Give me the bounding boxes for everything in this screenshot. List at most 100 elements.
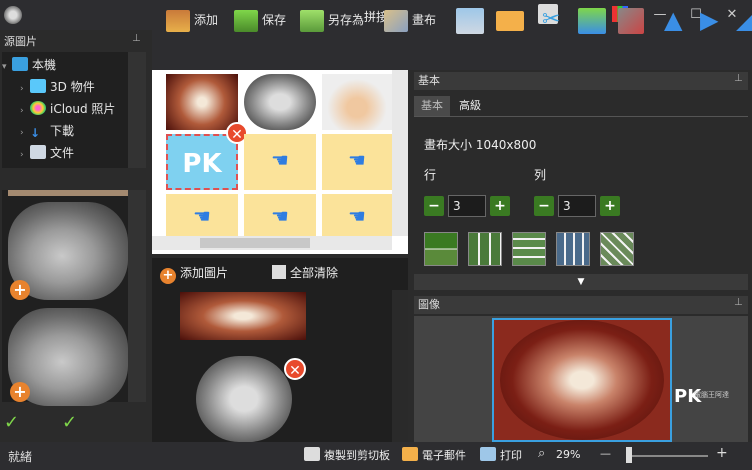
pin-icon[interactable]: ⊥ xyxy=(132,33,141,44)
list-item-bunny[interactable] xyxy=(196,356,292,442)
remove-image-icon[interactable]: ✕ xyxy=(284,358,306,380)
chevron-right-icon[interactable]: › xyxy=(20,144,30,164)
zoom-out-button[interactable]: — xyxy=(600,447,611,460)
hand-pointer-icon: ☚ xyxy=(348,204,366,228)
add-thumbnail-icon[interactable]: + xyxy=(10,280,30,300)
envelope-icon xyxy=(496,10,524,31)
main-toolbar xyxy=(152,30,752,70)
canvas-size-label: 畫布大小 1040x800 xyxy=(424,138,537,152)
download-arrow-icon: ↓ xyxy=(30,126,41,140)
zoom-slider-thumb[interactable] xyxy=(626,447,632,463)
tree-item-documents[interactable]: › 文件 xyxy=(2,142,128,164)
save-icon xyxy=(234,9,258,32)
tab-basic[interactable]: 基本 xyxy=(414,96,450,116)
tree-item-3d-objects[interactable]: › 3D 物件 xyxy=(2,76,128,98)
scroll-thumb[interactable] xyxy=(200,238,310,248)
hand-pointer-icon: ☚ xyxy=(193,204,211,228)
tab-advanced[interactable]: 高級 xyxy=(452,96,488,116)
rotate-icon[interactable]: ◢ xyxy=(736,4,752,36)
rows-label: 行 xyxy=(424,168,437,182)
source-panel-title: 源圖片 xyxy=(4,35,37,48)
layout-preset-5[interactable] xyxy=(600,232,634,266)
hand-pointer-icon: ☚ xyxy=(348,148,366,172)
flip-vertical-icon[interactable]: ▲ xyxy=(664,4,682,36)
chevron-right-icon[interactable]: › xyxy=(20,122,30,142)
tree-item-icloud-photos[interactable]: › iCloud 照片 xyxy=(2,98,128,120)
email-tool-button[interactable] xyxy=(496,4,528,36)
basic-panel-title: 基本 xyxy=(414,72,748,90)
document-icon xyxy=(30,145,46,159)
columns-label: 列 xyxy=(534,168,547,182)
app-window: 拼接 ✎ — ☐ ✕ 源圖片 ⊥ ▾本機 ›3D 物件 ›iCloud 照片 ›… xyxy=(0,0,752,470)
status-text: 就緒 xyxy=(8,450,33,464)
layout-preset-3[interactable] xyxy=(512,232,546,266)
thumbnail-scrollbar[interactable] xyxy=(128,190,146,402)
canvas-icon xyxy=(384,9,408,32)
email-button[interactable]: 電子郵件 xyxy=(402,447,466,463)
layout-preset-2[interactable] xyxy=(468,232,502,266)
printer-icon xyxy=(456,7,484,34)
print-button[interactable]: 打印 xyxy=(480,447,522,463)
cube-icon xyxy=(30,79,46,93)
tree-scrollbar[interactable] xyxy=(128,52,146,168)
thumbnail-partial[interactable] xyxy=(8,190,128,196)
chevron-right-icon[interactable]: › xyxy=(20,100,30,120)
copy-clipboard-button[interactable]: 複製到剪切板 xyxy=(304,447,390,463)
zoom-icon: ⌕ xyxy=(538,446,546,461)
check-icon[interactable]: ✓ xyxy=(4,412,19,433)
canvas-button[interactable]: 畫布 xyxy=(384,4,436,36)
list-item-tunnel[interactable] xyxy=(180,292,306,340)
pk-watermark-sub: 電腦王阿達 xyxy=(694,391,729,399)
scissors-icon[interactable]: ✂ xyxy=(542,4,560,36)
add-image-icon xyxy=(166,9,190,32)
save-as-icon xyxy=(300,9,324,32)
source-thumbnails: + + xyxy=(2,190,128,406)
columns-decrement-button[interactable]: − xyxy=(534,196,554,216)
add-circle-icon: + xyxy=(160,268,176,284)
zoom-value: 29% xyxy=(556,448,581,461)
clear-list-icon xyxy=(272,265,286,279)
canvas-cell-tunnel[interactable] xyxy=(166,74,238,130)
image-panel-title: 圖像 xyxy=(414,296,748,314)
copy-tool-button[interactable] xyxy=(578,4,610,36)
expand-options-button[interactable]: ▼ xyxy=(414,274,748,290)
rows-increment-button[interactable]: + xyxy=(490,196,510,216)
tab-divider xyxy=(414,116,748,117)
rows-decrement-button[interactable]: − xyxy=(424,196,444,216)
add-image-link[interactable]: + 添加圖片 xyxy=(160,264,228,284)
tree-item-this-pc[interactable]: ▾ 本機 xyxy=(2,54,128,76)
add-button[interactable]: 添加 xyxy=(166,4,218,36)
clipboard-icon xyxy=(304,447,320,461)
canvas-cell-bunny[interactable] xyxy=(244,74,316,130)
canvas-cell-girl[interactable] xyxy=(322,74,392,130)
layout-preset-4[interactable] xyxy=(556,232,590,266)
check-all-icon[interactable]: ✓ xyxy=(62,412,77,433)
envelope-icon xyxy=(402,447,418,461)
chevron-right-icon[interactable]: › xyxy=(20,78,30,98)
canvas-vertical-scrollbar[interactable] xyxy=(392,70,408,236)
image-list-scrollbar[interactable] xyxy=(392,290,408,442)
layers-icon xyxy=(618,7,644,34)
pin-icon[interactable]: ⊥ xyxy=(734,73,743,84)
layout-preset-1[interactable] xyxy=(424,232,458,266)
pin-icon[interactable]: ⊥ xyxy=(734,297,743,308)
chevron-down-icon[interactable]: ▾ xyxy=(2,56,12,76)
columns-increment-button[interactable]: + xyxy=(600,196,620,216)
computer-icon xyxy=(12,57,28,71)
canvas-cell-pk-logo[interactable]: PK xyxy=(166,134,238,190)
folder-tree: ▾ 本機 › 3D 物件 › iCloud 照片 › ↓ 下載 › 文件 xyxy=(2,52,128,168)
zoom-slider[interactable] xyxy=(628,455,708,457)
print-tool-button[interactable] xyxy=(456,4,488,36)
add-thumbnail-icon[interactable]: + xyxy=(10,382,30,402)
hand-pointer-icon: ☚ xyxy=(271,204,289,228)
layers-tool-button[interactable] xyxy=(618,4,648,36)
rows-input[interactable]: 3 xyxy=(448,195,486,217)
icloud-photos-icon xyxy=(30,101,46,115)
flip-horizontal-icon[interactable]: ▶ xyxy=(700,4,718,36)
clear-all-link[interactable]: 全部清除 xyxy=(272,264,338,281)
columns-input[interactable]: 3 xyxy=(558,195,596,217)
zoom-in-button[interactable]: + xyxy=(716,445,728,461)
tree-item-downloads[interactable]: › ↓ 下載 xyxy=(2,120,128,142)
save-button[interactable]: 保存 xyxy=(234,4,286,36)
save-as-button[interactable]: 另存為 xyxy=(300,4,364,36)
